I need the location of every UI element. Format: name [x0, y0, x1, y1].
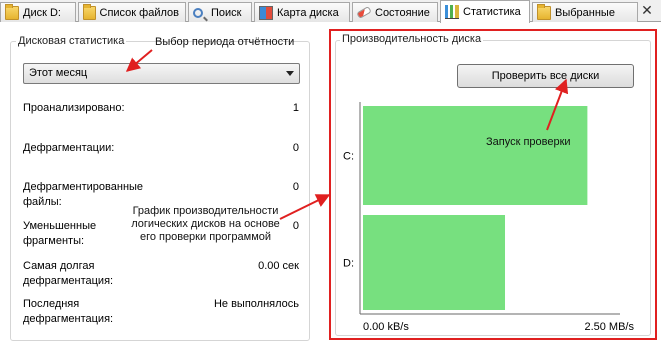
start-check-annotation: Запуск проверки [486, 136, 571, 148]
chart-annotation: График производительности логических дис… [131, 205, 280, 243]
tab-label: Статистика [463, 6, 521, 18]
bar-d [363, 215, 506, 310]
disk-performance-chart: C: D: 0.00 kB/s 2.50 MB/s [125, 49, 634, 333]
annotation-arrow [279, 194, 331, 220]
x-tick-label: 0.00 kB/s [363, 321, 409, 333]
statistics-icon [445, 5, 459, 19]
period-annotation: Выбор периода отчётности [155, 36, 295, 48]
category-label: C: [343, 151, 354, 163]
tab-statistics[interactable]: Статистика [440, 0, 530, 23]
category-label: D: [343, 258, 354, 270]
x-tick-label: 2.50 MB/s [584, 321, 634, 333]
annotation-arrow [125, 49, 153, 72]
bar-c [363, 106, 588, 205]
